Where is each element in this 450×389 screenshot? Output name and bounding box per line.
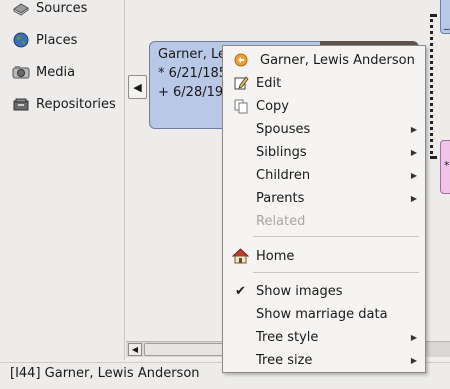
sidebar-item-label: Places: [36, 32, 78, 48]
submenu-arrow-icon: ▶: [410, 355, 417, 365]
sidebar-item-sources[interactable]: Sources: [12, 0, 87, 19]
menu-separator: [253, 272, 419, 273]
sidebar-item-label: Repositories: [36, 96, 116, 112]
mother-box-text: *: [444, 159, 450, 172]
copy-icon: [232, 98, 249, 114]
submenu-arrow-icon: ▶: [410, 332, 417, 342]
menu-item-edit[interactable]: Edit: [223, 72, 425, 94]
camera-icon: [12, 64, 30, 80]
sidebar: Sources Places Media Repositories: [0, 0, 124, 362]
menu-item-copy[interactable]: Copy: [223, 95, 425, 117]
sidebar-item-label: Media: [36, 64, 76, 80]
menu-item-related: Related: [256, 213, 306, 229]
submenu-arrow-icon: ▶: [410, 147, 417, 157]
edit-icon: [232, 75, 249, 91]
sidebar-item-label: Sources: [36, 0, 88, 16]
repository-icon: [12, 96, 30, 112]
menu-item-tree-size[interactable]: Tree size ▶: [223, 349, 425, 371]
menu-item-person[interactable]: Garner, Lewis Anderson: [223, 49, 425, 71]
menu-item-home[interactable]: Home: [223, 245, 425, 267]
navigate-back-button[interactable]: ◀: [128, 75, 147, 99]
menu-item-show-images[interactable]: ✔ Show images: [223, 280, 425, 302]
menu-item-tree-style[interactable]: Tree style ▶: [223, 326, 425, 348]
menu-item-siblings[interactable]: Siblings ▶: [223, 141, 425, 163]
submenu-arrow-icon: ▶: [410, 193, 417, 203]
connector-line: [430, 14, 436, 159]
menu-separator: [253, 236, 419, 237]
menu-item-show-marriage-data[interactable]: Show marriage data: [223, 303, 425, 325]
submenu-arrow-icon: ▶: [410, 170, 417, 180]
context-menu: Garner, Lewis Anderson Edit Copy Spouses…: [222, 45, 426, 373]
submenu-arrow-icon: ▶: [410, 124, 417, 134]
left-arrow-icon: ◀: [133, 80, 142, 94]
sidebar-item-places[interactable]: Places: [12, 29, 77, 51]
father-box-text: _: [444, 17, 450, 30]
person-box-father[interactable]: _: [440, 0, 450, 34]
menu-item-spouses[interactable]: Spouses ▶: [223, 118, 425, 140]
menu-item-children[interactable]: Children ▶: [223, 164, 425, 186]
menu-item-parents[interactable]: Parents ▶: [223, 187, 425, 209]
sidebar-item-repositories[interactable]: Repositories: [12, 93, 116, 115]
person-box-mother[interactable]: *: [440, 140, 450, 194]
globe-icon: [12, 32, 30, 48]
scrollbar-thumb[interactable]: [144, 343, 224, 356]
checkmark-icon: ✔: [235, 283, 246, 299]
home-icon: [232, 248, 249, 264]
scroll-left-button[interactable]: ◀: [128, 343, 142, 356]
status-text: [I44] Garner, Lewis Anderson: [10, 366, 200, 381]
jump-person-icon: [232, 52, 249, 68]
sidebar-item-media[interactable]: Media: [12, 61, 75, 83]
sources-icon: [12, 0, 30, 16]
